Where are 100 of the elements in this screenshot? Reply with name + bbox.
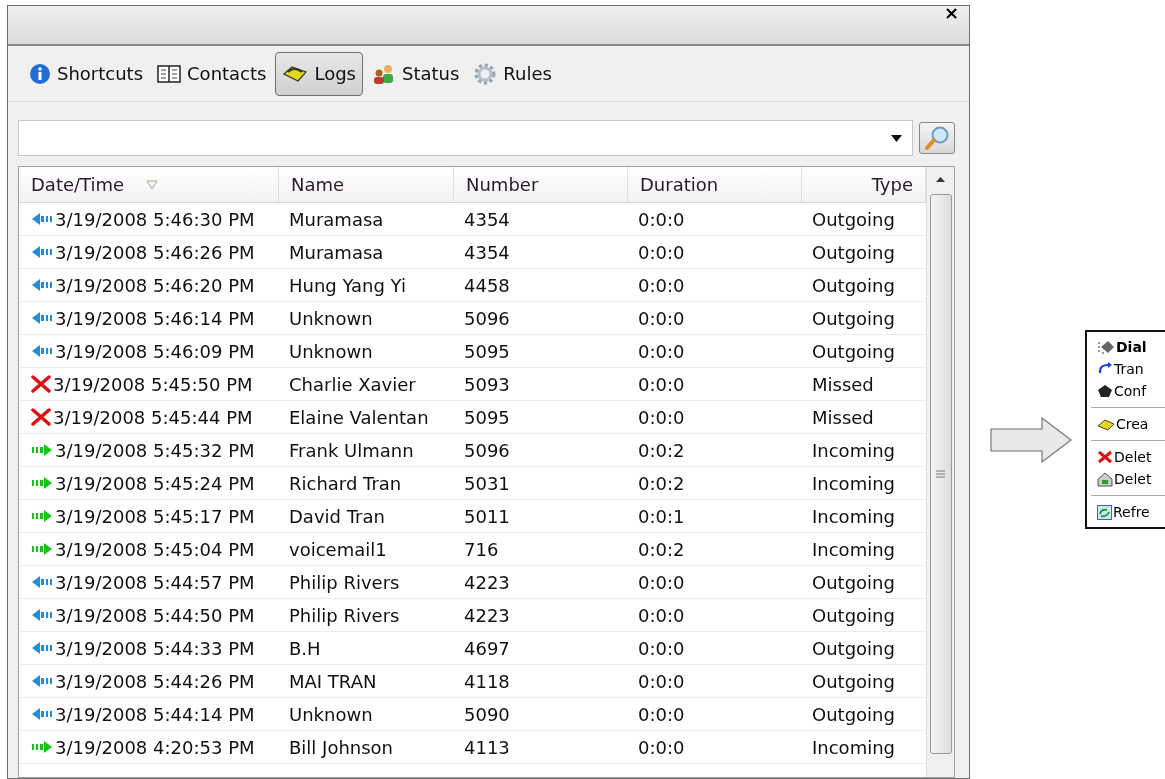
table-cell-text: Bill Johnson [289,735,393,760]
left-arrow-icon [31,245,53,259]
table-cell-text: 3/19/2008 5:44:50 PM [55,603,255,628]
table-cell-text: 5011 [464,504,510,529]
close-button[interactable]: × [943,6,959,22]
menu-item[interactable]: Conf [1087,380,1165,402]
table-cell-text: 3/19/2008 5:44:33 PM [55,636,255,661]
menu-item[interactable]: Delet [1087,468,1165,490]
table-cell-text: 5095 [464,339,510,364]
table-cell-text: Incoming [812,504,895,529]
table-cell-text: Incoming [812,471,895,496]
table-cell-text: Outgoing [812,240,895,265]
table-cell-text: Outgoing [812,603,895,628]
menu-item[interactable]: Tran [1087,358,1165,380]
table-cell-text: Outgoing [812,669,895,694]
table-cell-text: 3/19/2008 5:45:32 PM [55,438,255,463]
column-header[interactable]: Name [279,167,454,202]
table-cell-text: 4697 [464,636,510,661]
table-cell-text: 0:0:0 [638,570,685,595]
table-cell-text: 3/19/2008 5:46:09 PM [55,339,255,364]
table-cell-text: 3/19/2008 5:45:50 PM [53,372,253,397]
table-cell-text: Incoming [812,537,895,562]
table-cell-text: Outgoing [812,207,895,232]
table-cell-text: 4458 [464,273,510,298]
search-combo[interactable] [18,120,913,156]
table-cell-text: Muramasa [289,240,384,265]
table-cell-text: 0:0:2 [638,537,685,562]
menu-item[interactable]: Crea [1087,413,1165,435]
left-arrow-icon [31,311,53,325]
tab[interactable]: Status [367,51,465,96]
info-icon [29,62,51,85]
table-cell-text: 5096 [464,438,510,463]
table-cell-text: Unknown [289,702,373,727]
table-cell-text: 0:0:0 [638,669,685,694]
left-arrow-icon [31,674,53,688]
table-cell-text: Frank Ulmann [289,438,414,463]
table-cell-text: Outgoing [812,273,895,298]
table-cell-text: Incoming [812,438,895,463]
table-cell-text: 3/19/2008 4:20:53 PM [55,735,255,760]
menu-item[interactable]: Delet [1087,446,1165,468]
table-cell-text: 3/19/2008 5:46:14 PM [55,306,255,331]
table-cell-text: 0:0:2 [638,471,685,496]
table-cell-text: Missed [812,372,874,397]
table-cell-text: Muramasa [289,207,384,232]
left-arrow-icon [31,575,53,589]
table-cell-text: MAI TRAN [289,669,377,694]
tab[interactable]: Shortcuts [24,51,149,96]
table-cell-text: David Tran [289,504,385,529]
cross-icon [1097,450,1113,464]
table-cell-text: 0:0:0 [638,405,685,430]
scroll-up-icon [936,177,945,182]
table-cell-text: 3/19/2008 5:45:04 PM [55,537,255,562]
table-cell-text: Philip Rivers [289,570,400,595]
gear-icon [473,61,498,86]
people-icon [372,62,396,85]
table-cell-text: 4223 [464,603,510,628]
search-button[interactable] [919,122,955,154]
table-cell-text: 3/19/2008 5:46:26 PM [55,240,255,265]
sort-arrow-icon [146,179,159,190]
table-cell-text: 3/19/2008 5:46:20 PM [55,273,255,298]
right-arrow-icon [31,740,53,754]
table-cell-text: Philip Rivers [289,603,400,628]
table-cell-text: 3/19/2008 5:44:26 PM [55,669,255,694]
tab[interactable]: Rules [468,51,557,96]
table-cell-text: 0:0:0 [638,603,685,628]
column-header[interactable]: Duration [628,167,802,202]
table-cell-text: 4354 [464,240,510,265]
table-cell-text: Outgoing [812,636,895,661]
column-header[interactable]: Number [454,167,628,202]
table-cell-text: 3/19/2008 5:45:24 PM [55,471,255,496]
table-cell-text: Richard Tran [289,471,402,496]
menu-item[interactable]: Refre [1087,501,1165,523]
column-header[interactable]: Date/Time [19,167,279,202]
table-cell-text: 0:0:0 [638,339,685,364]
table-cell-text: 0:0:0 [638,273,685,298]
table-cell-text: 0:0:0 [638,735,685,760]
table-cell-text: 5093 [464,372,510,397]
tab[interactable]: Logs [275,51,363,96]
table-cell-text: 4113 [464,735,510,760]
left-arrow-icon [31,707,53,721]
table-cell-text: Outgoing [812,570,895,595]
table-cell-text: Unknown [289,339,373,364]
tab[interactable]: Contacts [152,51,272,96]
dial-icon [1097,339,1115,355]
table-cell-text: 716 [464,537,499,562]
table-cell-text: Unknown [289,306,373,331]
refresh-icon [1097,504,1112,520]
table-cell-text: 0:0:0 [638,207,685,232]
table-cell-text: Incoming [812,735,895,760]
table-cell-text: voicemail1 [289,537,387,562]
menu-item[interactable]: Dial [1087,336,1165,358]
scrollbar[interactable] [926,167,954,777]
scroll-thumb[interactable] [929,194,952,754]
cross-icon [31,375,51,393]
table-cell-text: 5095 [464,405,510,430]
book-icon [157,63,182,84]
left-arrow-icon [31,212,53,226]
table-cell-text: Elaine Valentan [289,405,429,430]
table-cell-text: Outgoing [812,306,895,331]
table-cell-text: 3/19/2008 5:45:17 PM [55,504,255,529]
